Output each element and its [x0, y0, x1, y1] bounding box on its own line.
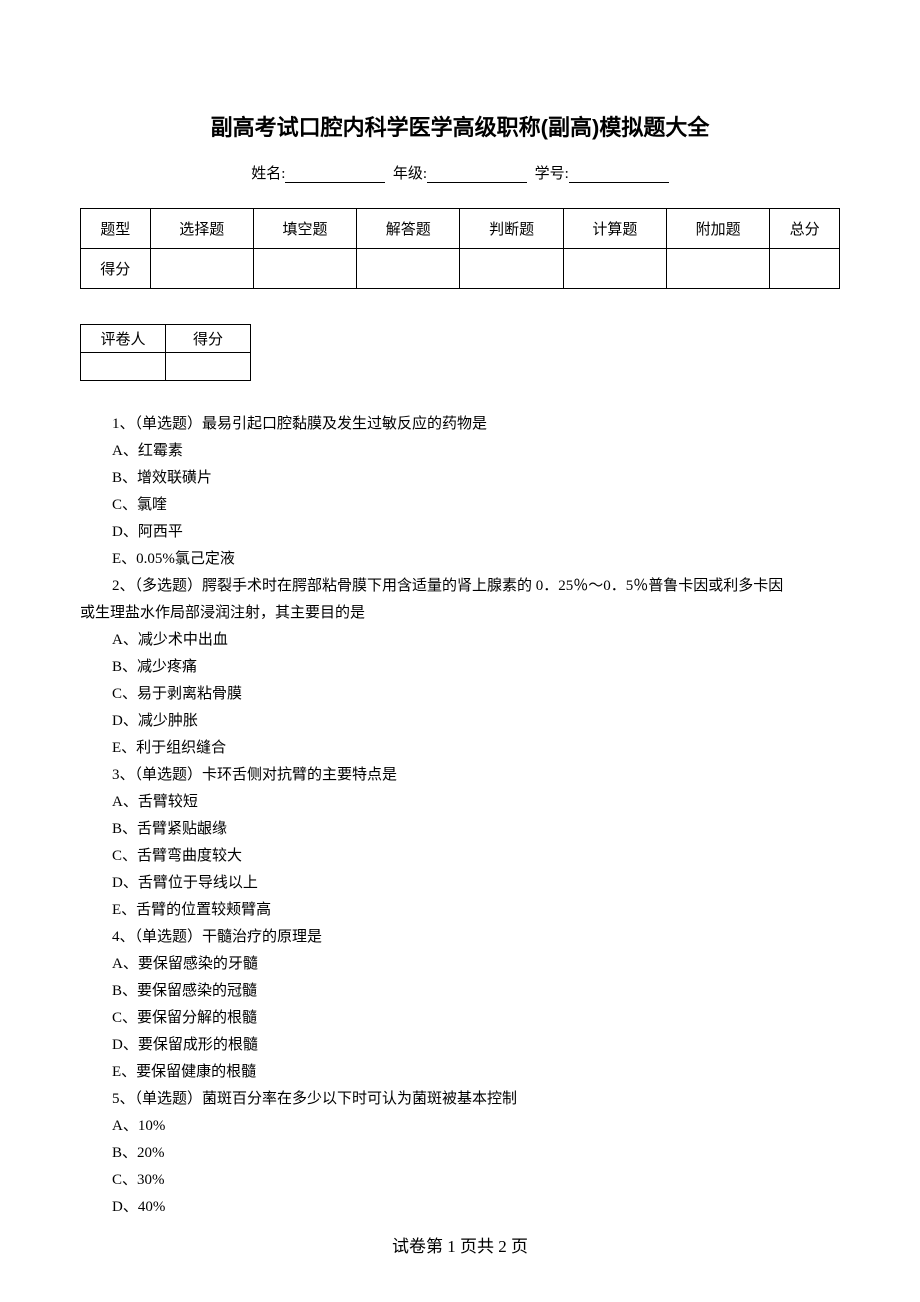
name-blank [285, 167, 385, 183]
question-text: 3、（单选题）卡环舌侧对抗臂的主要特点是 [80, 762, 840, 789]
table-header: 附加题 [667, 209, 770, 249]
option: A、10% [80, 1113, 840, 1140]
option: C、易于剥离粘骨膜 [80, 681, 840, 708]
score-cell [667, 249, 770, 289]
score-cell [150, 249, 253, 289]
table-header: 计算题 [563, 209, 666, 249]
option: D、阿西平 [80, 519, 840, 546]
grade-label: 年级: [393, 166, 427, 182]
question-text: 5、（单选题）菌斑百分率在多少以下时可认为菌斑被基本控制 [80, 1086, 840, 1113]
name-label: 姓名: [251, 166, 285, 182]
option: E、利于组织缝合 [80, 735, 840, 762]
score-table: 题型 选择题 填空题 解答题 判断题 计算题 附加题 总分 得分 [80, 208, 840, 289]
option: B、增效联磺片 [80, 465, 840, 492]
table-header: 解答题 [357, 209, 460, 249]
option: C、氯喹 [80, 492, 840, 519]
score-cell [770, 249, 840, 289]
option: E、要保留健康的根髓 [80, 1059, 840, 1086]
option: D、要保留成形的根髓 [80, 1032, 840, 1059]
page-footer: 试卷第 1 页共 2 页 [0, 1232, 920, 1257]
option: A、舌臂较短 [80, 789, 840, 816]
option: C、30% [80, 1167, 840, 1194]
grade-blank [427, 167, 527, 183]
score-cell [253, 249, 356, 289]
option: B、舌臂紧贴龈缘 [80, 816, 840, 843]
option: C、要保留分解的根髓 [80, 1005, 840, 1032]
option: E、舌臂的位置较颊臂高 [80, 897, 840, 924]
option: B、要保留感染的冠髓 [80, 978, 840, 1005]
score-cell [563, 249, 666, 289]
option: A、红霉素 [80, 438, 840, 465]
table-header: 判断题 [460, 209, 563, 249]
option: B、减少疼痛 [80, 654, 840, 681]
option: E、0.05%氯己定液 [80, 546, 840, 573]
id-label: 学号: [535, 166, 569, 182]
question-text: 1、（单选题）最易引起口腔黏膜及发生过敏反应的药物是 [80, 411, 840, 438]
question-text: 4、（单选题）干髓治疗的原理是 [80, 924, 840, 951]
table-header: 总分 [770, 209, 840, 249]
question-continuation: 或生理盐水作局部浸润注射，其主要目的是 [80, 600, 840, 627]
score-cell [460, 249, 563, 289]
evaluator-table: 评卷人 得分 [80, 324, 251, 381]
option: B、20% [80, 1140, 840, 1167]
eval-score-cell [166, 353, 251, 381]
table-header: 选择题 [150, 209, 253, 249]
evaluator-cell [81, 353, 166, 381]
score-row-label: 得分 [81, 249, 151, 289]
questions-container: 1、（单选题）最易引起口腔黏膜及发生过敏反应的药物是 A、红霉素 B、增效联磺片… [80, 411, 840, 1221]
student-info-line: 姓名: 年级: 学号: [80, 162, 840, 183]
question-text: 2、（多选题）腭裂手术时在腭部粘骨膜下用含适量的肾上腺素的 0．25％～0．5％… [80, 573, 840, 600]
table-header: 填空题 [253, 209, 356, 249]
option: D、舌臂位于导线以上 [80, 870, 840, 897]
option: D、40% [80, 1194, 840, 1221]
id-blank [569, 167, 669, 183]
eval-score-label: 得分 [166, 325, 251, 353]
option: D、减少肿胀 [80, 708, 840, 735]
table-header: 题型 [81, 209, 151, 249]
score-cell [357, 249, 460, 289]
exam-title: 副高考试口腔内科学医学高级职称(副高)模拟题大全 [80, 110, 840, 142]
option: A、要保留感染的牙髓 [80, 951, 840, 978]
option: A、减少术中出血 [80, 627, 840, 654]
evaluator-label: 评卷人 [81, 325, 166, 353]
option: C、舌臂弯曲度较大 [80, 843, 840, 870]
